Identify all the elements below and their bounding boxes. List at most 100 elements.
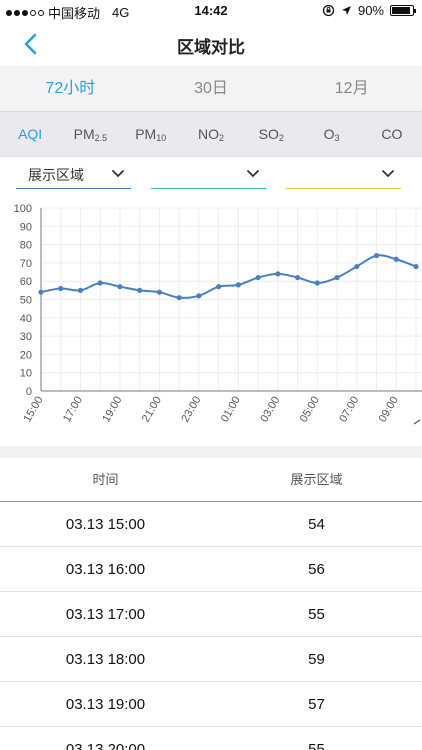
tab-so2-label: SO [258,126,279,142]
chart-svg: 0 10 20 30 40 50 60 70 80 90 100 15:00 17:00 19:00 21:… [14,203,422,425]
data-point [38,289,44,295]
tab-aqi[interactable]: AQI [0,112,60,156]
tab-o3-sub: 3 [334,133,340,143]
chevron-down-icon [382,170,394,178]
cell-value: 54 [308,516,325,533]
region-select-3[interactable] [286,160,401,189]
tab-so2-sub: 2 [278,133,284,143]
tab-o3[interactable]: O3 [301,112,361,156]
tab-pm10-sub: 10 [156,133,167,143]
tab-pm25-label: PM [73,126,95,142]
table-row: 03.13 16:00 56 [0,547,422,592]
range-tabs: 72小时 30日 12月 [0,66,422,111]
y-tick-label: 10 [20,368,32,380]
data-point [275,271,281,277]
tab-no2[interactable]: NO2 [181,112,241,156]
column-header-region: 展示区域 [290,472,343,487]
status-bar: 中国移动 4G 14:42 90% [0,0,422,22]
chevron-down-icon [112,170,124,178]
data-point [117,284,123,290]
table-row: 03.13 17:00 55 [0,592,422,637]
tab-pm25[interactable]: PM2.5 [60,112,120,156]
region-select-1-label: 展示区域 [28,167,84,183]
column-header-time: 时间 [92,472,119,487]
cell-time: 03.13 19:00 [65,696,146,713]
y-tick-label: 50 [20,295,32,307]
tab-aqi-label: AQI [18,126,43,142]
table-row: 03.13 15:00 54 [0,502,422,547]
data-point [58,285,64,292]
data-point [156,289,163,295]
tab-pm10[interactable]: PM10 [121,112,181,156]
table-row: 03.13 19:00 57 [0,682,422,727]
table-row: 03.13 20:00 55 [0,727,422,750]
data-point [334,274,340,281]
x-tick-label: 15:00 [21,395,45,425]
tab-72h[interactable]: 72小时 [0,66,141,111]
cell-time: 03.13 15:00 [65,516,146,533]
tab-no2-label: NO [197,126,219,142]
y-tick-label: 30 [20,331,32,343]
y-tick-label: 40 [20,313,32,325]
cell-value: 59 [308,651,325,668]
data-point [196,293,202,299]
nav-bar: 区域对比 [0,22,422,66]
cell-value: 56 [308,561,325,578]
x-tick-label: 07:00 [337,395,361,425]
tab-30d[interactable]: 30日 [141,66,282,111]
y-tick-label: 20 [20,349,32,361]
data-point [294,274,301,281]
battery-percent: 90% [357,3,384,18]
table-header: 时间 展示区域 [0,458,422,502]
x-tick-label: 05:00 [298,395,322,425]
x-tick-label: 17:00 [61,395,85,425]
x-tick-label: 23:00 [179,395,203,425]
y-tick-label: 60 [20,276,32,288]
pollutant-tabs: AQI PM2.5 PM10 NO2 SO2 O3 CO [0,111,422,157]
y-tick-label: 100 [14,203,32,215]
region-select-2[interactable] [151,160,266,189]
data-point [216,284,222,290]
tab-no2-sub: 2 [218,133,224,143]
data-point [176,295,182,301]
data-point [393,256,399,262]
data-point [373,252,380,259]
y-tick-label: 0 [26,386,32,398]
data-point [77,287,84,293]
y-tick-label: 70 [20,258,32,270]
cell-time: 03.13 18:00 [65,651,146,668]
tab-12m[interactable]: 12月 [281,66,422,111]
cell-value: 55 [308,606,325,623]
table-row: 03.13 18:00 59 [0,637,422,682]
data-point [137,287,143,293]
region-selectors: 展示区域 [0,160,422,192]
cell-time: 03.13 16:00 [65,561,146,578]
data-table: 时间 展示区域 03.13 15:00 54 03.13 16:00 56 03… [0,458,422,750]
section-divider [0,446,422,458]
location-arrow-icon [341,6,351,15]
tab-pm10-label: PM [135,126,157,142]
tab-so2[interactable]: SO2 [241,112,301,156]
data-point [354,263,360,270]
tab-co[interactable]: CO [362,112,422,156]
status-right: 90% [322,3,416,18]
data-point [97,280,103,286]
data-point [413,263,419,270]
chevron-down-icon [247,170,259,178]
x-tick-label: 21:00 [140,395,164,425]
more-arrow-icon [413,419,421,425]
tab-pm25-sub: 2.5 [94,133,108,143]
cell-time: 03.13 17:00 [65,606,146,623]
cell-value: 55 [308,741,325,750]
cell-time: 03.13 20:00 [65,741,146,750]
data-point [235,282,241,288]
region-select-1[interactable]: 展示区域 [16,160,131,189]
series-line [40,254,417,299]
page-title: 区域对比 [177,38,245,57]
x-tick-label: 03:00 [258,395,282,425]
cell-value: 57 [308,696,325,713]
data-point [314,280,320,286]
y-tick-label: 80 [20,240,32,252]
rotation-lock-icon [322,4,335,17]
y-tick-label: 90 [20,221,32,233]
